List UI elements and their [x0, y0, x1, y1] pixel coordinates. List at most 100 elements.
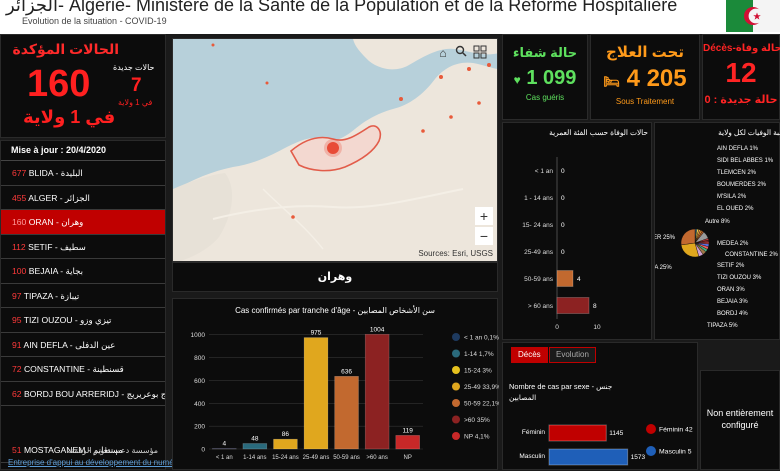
age-bar-value: 86: [282, 431, 290, 438]
pie-label: MEDEA 2%: [717, 241, 749, 247]
age-x-tick-label: 15-24 ans: [272, 455, 299, 461]
deaths-age-category: 25-49 ans: [524, 249, 554, 256]
wilaya-name-ar: البليدة: [61, 168, 83, 178]
wilaya-name: BLIDA -: [29, 168, 59, 178]
age-bar: [365, 334, 389, 449]
footer-link[interactable]: Entreprise d'appui au développement du n…: [8, 458, 191, 467]
age-chart-panel: Cas confirmés par tranche d'âge - سن الأ…: [172, 298, 498, 470]
pie-label: BEJAIA 3%: [717, 299, 748, 305]
wilaya-name: CONSTANTINE -: [24, 364, 90, 374]
deaths-age-category: > 60 ans: [528, 303, 554, 310]
deaths-panel: Décès-حالة وفاة 12 حالة جديدة : 0: [702, 34, 780, 120]
new-cases-label: حالات جديدة: [113, 63, 154, 72]
confirmed-wilaya-count: في 1 ولاية: [23, 107, 115, 128]
y-tick-label: 200: [194, 424, 205, 431]
wilaya-list-item[interactable]: 455 ALGER - الجزائر: [1, 186, 165, 211]
age-x-tick-label: >60 ans: [366, 455, 388, 461]
map-basemap-icon[interactable]: [473, 45, 489, 61]
deaths-age-category: 50-59 ans: [524, 276, 554, 283]
wilaya-list-item[interactable]: 62 BORDJ BOU ARRERIDJ - برج بوعريريج: [1, 382, 165, 407]
age-x-tick-label: NP: [404, 455, 412, 461]
wilaya-list-item[interactable]: 112 SETIF - سطيف: [1, 235, 165, 260]
wilaya-list-item[interactable]: 677 BLIDA - البليدة: [1, 161, 165, 186]
page-subtitle: Evolution de la situation - COVID-19: [22, 16, 167, 26]
sex-legend-label: Féminin 42: [659, 427, 693, 434]
deaths-age-bar: [557, 298, 589, 314]
map-view[interactable]: ⌂ + − Sources: Esri, USGS: [172, 38, 498, 262]
sex-legend-label: Masculin 5: [659, 449, 692, 456]
pie-label: TIZI OUZOU 3%: [717, 275, 762, 281]
wilaya-count: 100: [12, 266, 26, 276]
legend-label: 1-14 1,7%: [464, 351, 494, 358]
wilaya-count: 112: [12, 242, 26, 252]
pie-label: BORDJ 4%: [717, 311, 748, 317]
age-bar: [396, 435, 420, 449]
wilaya-list: 677 BLIDA - البليدة455 ALGER - الجزائر16…: [1, 161, 165, 463]
age-x-tick-label: 1-14 ans: [243, 455, 266, 461]
y-tick-label: 600: [194, 378, 205, 385]
zoom-in-button[interactable]: +: [475, 207, 493, 225]
x-tick-label: 0: [555, 324, 559, 331]
wilaya-list-item[interactable]: 95 TIZI OUZOU - تيزي وزو: [1, 308, 165, 333]
wilaya-list-item[interactable]: 160 ORAN - وهران: [1, 210, 165, 235]
pie-label: BLIDA 25%: [655, 265, 672, 271]
wilaya-count: 62: [12, 389, 22, 399]
wilaya-name: TIPAZA -: [24, 291, 58, 301]
legend-label: >60 35%: [464, 417, 490, 424]
deaths-value: 12: [703, 57, 779, 89]
age-x-tick-label: 50-59 ans: [333, 455, 360, 461]
deaths-by-age-chart: حالات الوفاة حسب الفئة العمرية< 1 an01 -…: [503, 123, 653, 341]
legend-label: 50-59 22,1%: [464, 401, 499, 408]
legend-swatch: [452, 350, 460, 358]
wilaya-list-item[interactable]: 100 BEJAIA - بجاية: [1, 259, 165, 284]
pie-title: نسبة الوفيات لكل ولاية: [718, 128, 780, 137]
deaths-age-category: 15- 24 ans: [522, 222, 553, 229]
sex-category: Masculin: [519, 453, 545, 460]
healed-value-row: ♥ 1 099: [503, 67, 587, 90]
page-title: الجزائر- Algérie- Ministère de la Santé …: [6, 0, 677, 16]
tabs-panel: Décès Evolution Nombre de cas par sexe -…: [502, 342, 698, 470]
wilaya-name: AIN DEFLA -: [23, 340, 72, 350]
map-search-icon[interactable]: [453, 45, 469, 61]
legend-swatch: [452, 399, 460, 407]
deaths-age-bar: [557, 271, 573, 287]
pie-label: AIN DEFLA 1%: [717, 146, 759, 152]
wilaya-count: 95: [12, 315, 22, 325]
new-cases-wilaya: في 1 ولاية: [118, 98, 152, 107]
legend-swatch: [452, 333, 460, 341]
wilaya-name-ar: برج بوعريريج: [127, 389, 165, 399]
deaths-new: حالة جديدة : 0: [703, 93, 779, 106]
wilaya-name-ar: سطيف: [60, 242, 86, 252]
deaths-age-value: 0: [561, 249, 565, 256]
map-canvas[interactable]: [173, 39, 498, 262]
sex-legend-swatch: [646, 424, 656, 434]
zoom-out-button[interactable]: −: [475, 227, 493, 245]
age-bar-value: 4: [222, 441, 226, 448]
wilaya-list-item[interactable]: 97 TIPAZA - تيبازة: [1, 284, 165, 309]
pie-label: TLEMCEN 2%: [717, 170, 757, 176]
y-tick-label: 800: [194, 355, 205, 362]
page-header: الجزائر- Algérie- Ministère de la Santé …: [0, 0, 780, 34]
wilaya-name: BORDJ BOU ARRERIDJ -: [24, 389, 124, 399]
wilaya-list-item[interactable]: 72 CONSTANTINE - قسنطينة: [1, 357, 165, 382]
y-tick-label: 400: [194, 401, 205, 408]
pie-label: Autre 8%: [705, 219, 730, 225]
pie-label: SETIF 2%: [717, 263, 745, 269]
non-configured-panel: Non entièrement configuré: [700, 370, 780, 470]
healed-label: Cas guéris: [503, 93, 587, 102]
sex-bar-value: 1573: [631, 454, 646, 461]
list-gap: [1, 406, 165, 438]
pie-label: CONSTANTINE 2%: [725, 252, 779, 258]
map-place-name-panel: وهران: [172, 262, 498, 292]
pie-label: ALGER 25%: [655, 235, 676, 241]
y-tick-label: 0: [201, 447, 205, 454]
map-home-icon[interactable]: ⌂: [435, 45, 451, 61]
treatment-value-row: 🛏 4 205: [591, 65, 699, 93]
wilaya-list-item[interactable]: 91 AIN DEFLA - عين الدفلى: [1, 333, 165, 358]
deaths-age-value: 0: [561, 195, 565, 202]
sex-legend-swatch: [646, 446, 656, 456]
confirmed-cases-panel: الحالات المؤكدة 160 في 1 ولاية حالات جدي…: [0, 34, 166, 138]
sex-category: Féminin: [522, 429, 546, 436]
update-date: Mise à jour : 20/4/2020: [1, 141, 165, 161]
wilaya-name-ar: تيبازة: [60, 291, 79, 301]
